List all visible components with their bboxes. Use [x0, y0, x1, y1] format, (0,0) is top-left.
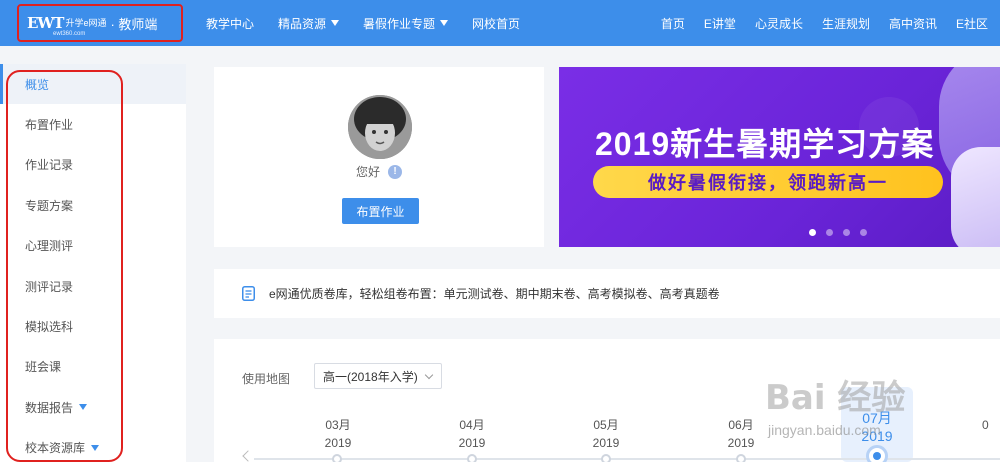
sidebar-item-label: 概览	[25, 77, 50, 92]
promo-banner[interactable]: 2019新生暑期学习方案 做好暑假衔接，领跑新高一	[559, 67, 1000, 247]
notice-bar[interactable]: e网通优质卷库，轻松组卷布置：单元测试卷、期中期末卷、高考模拟卷、高考真题卷	[214, 269, 1000, 318]
timeline-node-current[interactable]	[866, 445, 888, 462]
sidebar-item-label: 作业记录	[25, 158, 74, 173]
timeline-month-label: 03月	[325, 418, 351, 432]
timeline-month[interactable]: 05月 2019	[576, 416, 636, 452]
timeline-month[interactable]: 03月 2019	[308, 416, 368, 452]
logo-name: 升学e网通	[65, 17, 107, 28]
carousel-dot[interactable]	[860, 229, 867, 236]
nav-link-career-planning[interactable]: 生涯规划	[822, 15, 870, 32]
nav-item-label: 精品资源	[278, 16, 327, 31]
nav-item-label: 教学中心	[206, 16, 255, 31]
sidebar-item-label: 测评记录	[25, 279, 74, 294]
sidebar-item-label: 模拟选科	[25, 320, 74, 335]
sidebar-item-overview[interactable]: 概览	[0, 64, 186, 105]
sidebar-item-topic-plans[interactable]: 专题方案	[0, 185, 186, 225]
nav-item-label: 暑假作业专题	[363, 16, 436, 31]
timeline-month-label: 04月	[459, 418, 485, 432]
grade-select-value: 高一(2018年入学)	[323, 369, 418, 384]
logo-url: ewt360.com	[53, 31, 86, 37]
nav-item-teaching-center[interactable]: 教学中心	[206, 15, 254, 32]
greeting: 您好 !	[214, 163, 544, 180]
timeline-node[interactable]	[467, 454, 477, 462]
timeline-month[interactable]: 06月 2019	[711, 416, 771, 452]
nav-item-summer-homework[interactable]: 暑假作业专题	[363, 15, 449, 32]
sidebar-item-school-resources[interactable]: 校本资源库	[0, 428, 186, 462]
sidebar-item-label: 心理测评	[25, 239, 74, 254]
nav-item-label: 网校首页	[472, 16, 521, 31]
top-navbar: EWT 升学e网通 ewt360.com · 教师端 教学中心 精品资源 暑假作…	[0, 0, 1000, 46]
sidebar-item-class-meeting[interactable]: 班会课	[0, 347, 186, 387]
sidebar-item-mock-subject-selection[interactable]: 模拟选科	[0, 306, 186, 346]
greeting-text: 您好	[355, 165, 380, 179]
logo-mark: EWT	[27, 14, 64, 32]
timeline-month-label: 0	[982, 418, 989, 432]
sidebar: 概览 布置作业 作业记录 专题方案 心理测评 测评记录 模拟选科 班会课 数据报…	[0, 64, 186, 462]
nav-item-school-home[interactable]: 网校首页	[472, 15, 520, 32]
notice-text: e网通优质卷库，轻松组卷布置：单元测试卷、期中期末卷、高考模拟卷、高考真题卷	[269, 287, 720, 301]
nav-link-e-community[interactable]: E社区	[956, 15, 988, 32]
nav-link-high-school-news[interactable]: 高中资讯	[889, 15, 937, 32]
timeline-month[interactable]: 04月 2019	[442, 416, 502, 452]
timeline-year-label: 2019	[324, 436, 352, 450]
info-icon[interactable]: !	[388, 164, 402, 179]
timeline-year-label: 2019	[592, 436, 620, 450]
app-logo[interactable]: EWT 升学e网通 ewt360.com · 教师端	[17, 4, 183, 42]
carousel-dot[interactable]	[843, 229, 850, 236]
nav-link-e-lecture[interactable]: E讲堂	[704, 15, 736, 32]
sidebar-item-label: 班会课	[25, 360, 62, 375]
sidebar-item-data-reports[interactable]: 数据报告	[0, 387, 186, 427]
sidebar-item-assign-homework[interactable]: 布置作业	[0, 104, 186, 144]
chevron-down-icon	[91, 444, 100, 451]
nav-item-premium-resources[interactable]: 精品资源	[278, 15, 340, 32]
primary-nav: 教学中心 精品资源 暑假作业专题 网校首页	[206, 0, 544, 46]
profile-card: 您好 ! 布置作业	[214, 67, 544, 247]
carousel-dot[interactable]	[809, 229, 816, 236]
sidebar-item-psych-assessment[interactable]: 心理测评	[0, 226, 186, 266]
carousel-dots	[809, 229, 877, 236]
watermark-url: jingyan.baidu.com	[768, 422, 881, 438]
banner-decoration	[951, 147, 1000, 247]
timeline-month-label: 06月	[728, 418, 754, 432]
chevron-left-icon[interactable]	[242, 450, 254, 462]
chevron-down-icon	[331, 20, 340, 26]
watermark-text: Bai 经验	[765, 378, 906, 418]
secondary-nav: 首页 E讲堂 心灵成长 生涯规划 高中资讯 E社区	[642, 0, 988, 46]
carousel-dot[interactable]	[826, 229, 833, 236]
baidu-jingyan-watermark: Bai 经验 jingyan.baidu.com	[765, 370, 906, 438]
timeline-node[interactable]	[332, 454, 342, 462]
sidebar-item-homework-records[interactable]: 作业记录	[0, 145, 186, 185]
timeline-node[interactable]	[736, 454, 746, 462]
sidebar-item-assessment-records[interactable]: 测评记录	[0, 266, 186, 306]
logo-role: · 教师端	[110, 16, 158, 32]
banner-subtitle: 做好暑假衔接，领跑新高一	[593, 166, 943, 198]
avatar-image	[348, 95, 412, 159]
assign-homework-button[interactable]: 布置作业	[342, 198, 419, 224]
timeline-track	[254, 458, 1000, 460]
chevron-down-icon	[440, 20, 449, 26]
sidebar-item-label: 数据报告	[25, 400, 74, 415]
nav-link-home[interactable]: 首页	[661, 15, 685, 32]
grade-select[interactable]: 高一(2018年入学)	[314, 363, 442, 389]
timeline-month-label: 05月	[593, 418, 619, 432]
avatar[interactable]	[348, 95, 412, 159]
document-icon	[242, 286, 255, 301]
timeline-year-label: 2019	[727, 436, 755, 450]
sidebar-item-label: 布置作业	[25, 118, 74, 133]
chevron-down-icon	[79, 404, 88, 411]
timeline-year-label: 2019	[458, 436, 486, 450]
banner-title: 2019新生暑期学习方案	[595, 126, 935, 162]
timeline-node[interactable]	[601, 454, 611, 462]
nav-link-mind-growth[interactable]: 心灵成长	[755, 15, 803, 32]
sidebar-item-label: 专题方案	[25, 198, 74, 213]
chevron-down-icon	[424, 370, 434, 380]
sidebar-item-label: 校本资源库	[25, 441, 86, 456]
timeline-month[interactable]: 0	[982, 416, 1000, 434]
usage-map-label: 使用地图	[242, 372, 291, 386]
